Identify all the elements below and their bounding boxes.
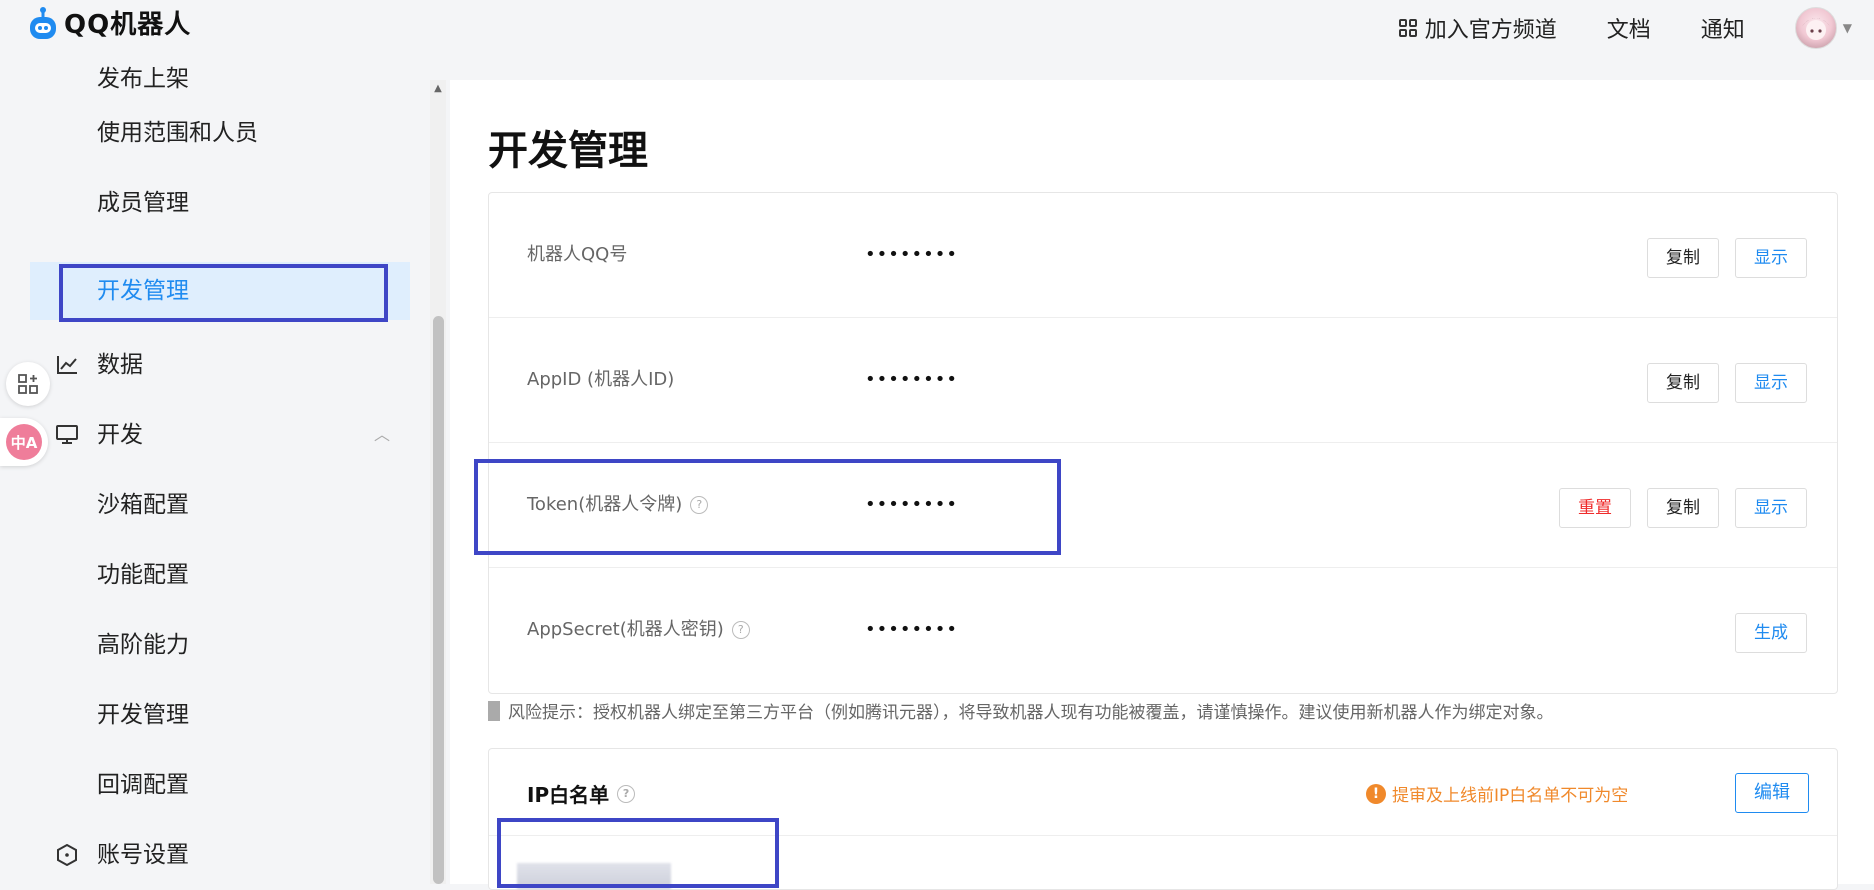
scroll-up-arrow-icon[interactable]: ▲ bbox=[431, 82, 445, 96]
sidebar-item-scope[interactable]: 使用范围和人员 bbox=[30, 104, 410, 162]
sidebar-item-develop[interactable]: 开发 ︿ bbox=[30, 406, 410, 464]
scrollbar-thumb[interactable] bbox=[433, 316, 444, 884]
credential-row-qq: 机器人QQ号 •••••••• 复制 显示 bbox=[489, 193, 1837, 318]
apps-float-button[interactable] bbox=[6, 362, 50, 406]
help-icon[interactable]: ? bbox=[731, 621, 750, 639]
credential-key: AppSecret(机器人密钥) ? bbox=[527, 568, 750, 692]
sidebar-item-features[interactable]: 功能配置 bbox=[30, 546, 410, 604]
credential-value: •••••••• bbox=[865, 494, 958, 515]
user-menu[interactable]: ▼ bbox=[1794, 7, 1852, 49]
nav-docs[interactable]: 文档 bbox=[1607, 12, 1651, 44]
sidebar-item-members[interactable]: 成员管理 bbox=[30, 174, 410, 232]
ip-whitelist-card: IP白名单 ? ! 提审及上线前IP白名单不可为空 编辑 bbox=[488, 748, 1838, 890]
translate-float-button[interactable]: 中A bbox=[0, 418, 48, 466]
credential-key: Token(机器人令牌) ? bbox=[527, 443, 709, 567]
risk-notice-text: 风险提示：授权机器人绑定至第三方平台（例如腾讯元器），将导致机器人现有功能被覆盖… bbox=[508, 703, 1554, 723]
sidebar-item-dev-management[interactable]: 开发管理 bbox=[30, 686, 410, 744]
help-icon[interactable]: ? bbox=[617, 784, 636, 803]
apps-add-icon bbox=[18, 374, 38, 394]
page-title: 开发管理 bbox=[488, 128, 648, 174]
credential-value: •••••••• bbox=[865, 244, 958, 265]
sidebar-item-label: 开发 bbox=[97, 422, 143, 448]
line-chart-icon bbox=[54, 336, 80, 394]
blurred-ip-entry bbox=[517, 863, 671, 889]
robot-icon bbox=[30, 6, 56, 39]
sidebar-item-label: 发布上架 bbox=[97, 66, 189, 92]
translate-icon: 中A bbox=[6, 424, 42, 460]
sidebar-item-label: 回调配置 bbox=[97, 772, 189, 798]
credential-key: 机器人QQ号 bbox=[527, 244, 628, 265]
sidebar-item-account[interactable]: 账号设置 bbox=[30, 826, 410, 884]
sidebar-item-label: 使用范围和人员 bbox=[97, 120, 258, 146]
ip-whitelist-title: IP白名单 ? bbox=[527, 779, 636, 808]
ip-whitelist-warning-text: 提审及上线前IP白名单不可为空 bbox=[1392, 786, 1629, 806]
divider bbox=[489, 835, 1837, 836]
show-button[interactable]: 显示 bbox=[1735, 238, 1807, 278]
sidebar-item-publish[interactable]: 发布上架 bbox=[30, 50, 410, 108]
grid-icon bbox=[1398, 19, 1417, 37]
top-nav: 加入官方频道 文档 通知 ▼ bbox=[1398, 0, 1874, 56]
ip-whitelist-title-label: IP白名单 bbox=[527, 783, 610, 807]
top-header: QQ机器人 加入官方频道 文档 通知 ▼ bbox=[0, 0, 1874, 56]
sidebar-item-label: 数据 bbox=[97, 352, 143, 378]
sidebar-item-label: 成员管理 bbox=[97, 190, 189, 216]
warning-icon: ! bbox=[1366, 783, 1386, 804]
ip-whitelist-warning: ! 提审及上线前IP白名单不可为空 bbox=[1366, 781, 1628, 806]
chevron-up-icon[interactable]: ︿ bbox=[374, 406, 390, 464]
chevron-down-icon[interactable]: ▼ bbox=[1843, 21, 1852, 35]
sidebar-item-callback[interactable]: 回调配置 bbox=[30, 756, 410, 814]
monitor-icon bbox=[54, 406, 80, 464]
help-icon[interactable]: ? bbox=[690, 496, 709, 514]
sidebar-item-advanced[interactable]: 高阶能力 bbox=[30, 616, 410, 674]
nav-join-channel[interactable]: 加入官方频道 bbox=[1398, 12, 1557, 44]
sidebar-item-data[interactable]: 数据 bbox=[30, 336, 410, 394]
nav-notifications[interactable]: 通知 bbox=[1701, 12, 1745, 44]
sidebar-item-dev-management-active[interactable]: 开发管理 bbox=[30, 262, 410, 320]
sidebar-item-label: 开发管理 bbox=[97, 702, 189, 728]
copy-button[interactable]: 复制 bbox=[1647, 488, 1719, 528]
credential-value: •••••••• bbox=[865, 619, 958, 640]
credential-key-label: Token(机器人令牌) bbox=[527, 494, 683, 515]
sidebar-item-sandbox[interactable]: 沙箱配置 bbox=[30, 476, 410, 534]
sidebar: 发布上架 使用范围和人员 成员管理 开发管理 数据 开发 ︿ 沙箱配置 功能配置… bbox=[0, 56, 430, 884]
edit-button[interactable]: 编辑 bbox=[1735, 773, 1809, 813]
hexagon-icon bbox=[54, 826, 80, 884]
nav-join-channel-label: 加入官方频道 bbox=[1424, 18, 1557, 43]
show-button[interactable]: 显示 bbox=[1735, 488, 1807, 528]
credential-key: AppID (机器人ID) bbox=[527, 369, 675, 390]
sidebar-item-label: 高阶能力 bbox=[97, 632, 189, 658]
show-button[interactable]: 显示 bbox=[1735, 363, 1807, 403]
copy-button[interactable]: 复制 bbox=[1647, 238, 1719, 278]
risk-notice: 风险提示：授权机器人绑定至第三方平台（例如腾讯元器），将导致机器人现有功能被覆盖… bbox=[488, 698, 1554, 723]
logo-text: QQ机器人 bbox=[64, 10, 192, 40]
notice-bar-icon bbox=[488, 700, 500, 721]
sidebar-item-label: 功能配置 bbox=[97, 562, 189, 588]
credentials-card: 机器人QQ号 •••••••• 复制 显示 AppID (机器人ID) ••••… bbox=[488, 192, 1838, 694]
reset-button[interactable]: 重置 bbox=[1559, 488, 1631, 528]
credential-row-appid: AppID (机器人ID) •••••••• 复制 显示 bbox=[489, 318, 1837, 443]
sidebar-item-label: 沙箱配置 bbox=[97, 492, 189, 518]
sidebar-item-label: 账号设置 bbox=[97, 842, 189, 868]
credential-value: •••••••• bbox=[865, 369, 958, 390]
credential-row-token: Token(机器人令牌) ? •••••••• 重置 复制 显示 bbox=[489, 443, 1837, 568]
logo[interactable]: QQ机器人 bbox=[28, 4, 191, 41]
credential-row-appsecret: AppSecret(机器人密钥) ? •••••••• 生成 bbox=[489, 568, 1837, 692]
generate-button[interactable]: 生成 bbox=[1735, 613, 1807, 653]
copy-button[interactable]: 复制 bbox=[1647, 363, 1719, 403]
credential-key-label: AppSecret(机器人密钥) bbox=[527, 619, 724, 640]
avatar[interactable] bbox=[1794, 7, 1837, 49]
sidebar-item-label: 开发管理 bbox=[97, 278, 189, 304]
